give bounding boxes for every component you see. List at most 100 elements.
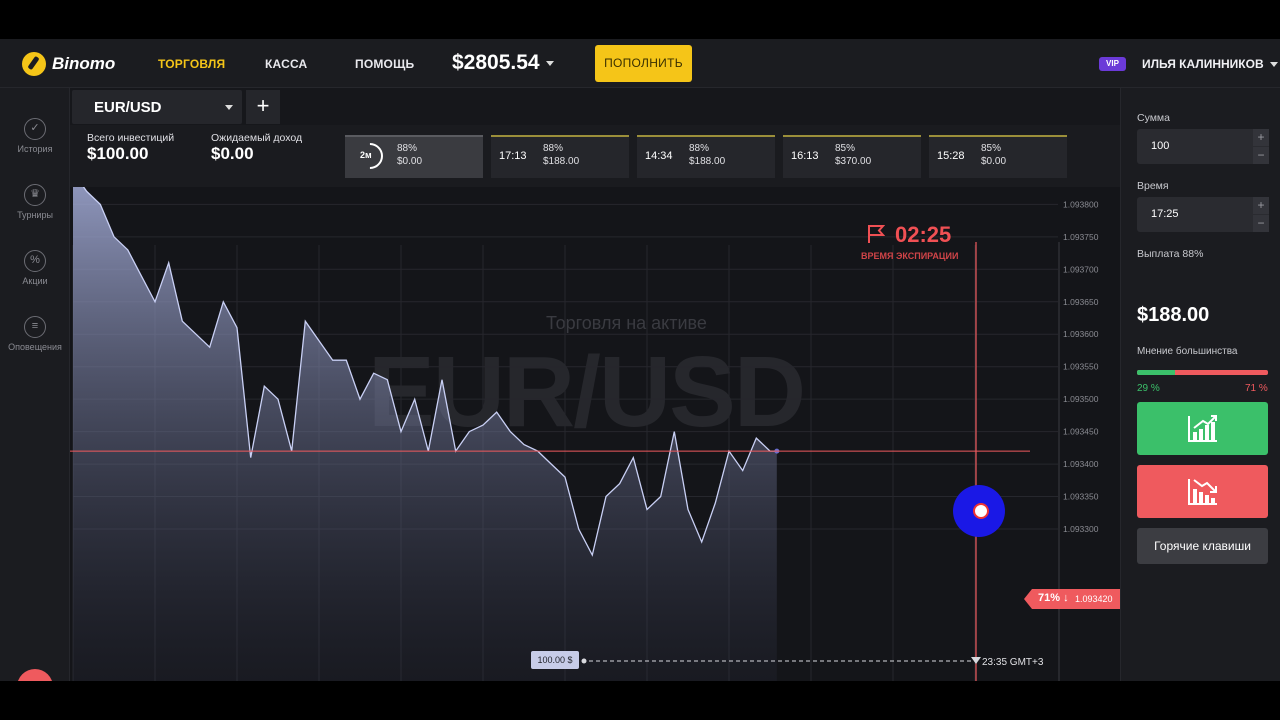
chart-up-icon (1188, 415, 1217, 442)
y-tick-label: 1.093300 (1063, 524, 1099, 534)
y-tick-label: 1.093750 (1063, 232, 1099, 242)
chevron-down-icon (545, 60, 554, 66)
deal-percent: 85% (835, 143, 856, 154)
expected-income-value: $0.00 (211, 144, 254, 163)
price-chart[interactable]: Торговля на активе EUR/USD 1.0939501.093… (70, 187, 1120, 681)
majority-label: Мнение большинства (1137, 346, 1238, 357)
deal-time: 17:13 (499, 150, 527, 162)
investment-stats: Всего инвестиций $100.00 Ожидаемый доход… (70, 125, 1120, 187)
y-tick-label: 1.093350 (1063, 492, 1099, 502)
total-invest-label: Всего инвестиций (87, 132, 175, 144)
trade-panel: Сумма 100 + − Время 17:25 + − Выплата 88… (1120, 88, 1280, 681)
majority-down-percent: 71 % (1245, 383, 1268, 394)
payout-value: $188.00 (1137, 304, 1210, 326)
left-sidebar: ✓ История ♛ Турниры % Акции ≡ Оповещения (0, 88, 70, 681)
top-bar: Binomo ТОРГОВЛЯ КАССА ПОМОЩЬ $2805.54 ПО… (0, 39, 1280, 88)
y-tick-label: 1.093450 (1063, 427, 1099, 437)
chevron-down-icon (225, 105, 233, 110)
deal-amount: $0.00 (981, 156, 1007, 167)
sidebar-item-label: Оповещения (8, 342, 62, 352)
balance-dropdown[interactable]: $2805.54 (452, 51, 554, 75)
deal-time: 14:34 (645, 150, 673, 162)
deal-time: 16:13 (791, 150, 819, 162)
asset-tab-bar: EUR/USD + (70, 88, 1120, 125)
deal-end-time: 23:35 GMT+3 (982, 657, 1044, 668)
current-price: 1.093420 (1075, 594, 1113, 604)
y-tick-label: 1.093500 (1063, 394, 1099, 404)
sidebar-item-tournaments[interactable]: ♛ Турниры (0, 184, 70, 220)
brand-name: Binomo (52, 54, 116, 73)
deal-amount: $188.00 (543, 156, 580, 167)
deal-card[interactable]: 2м 88% $0.00 (345, 135, 483, 178)
asset-tab-eurusd[interactable]: EUR/USD (72, 90, 242, 124)
app-window: Binomo ТОРГОВЛЯ КАССА ПОМОЩЬ $2805.54 ПО… (0, 39, 1280, 681)
deal-amount: $0.00 (397, 156, 423, 167)
asset-name: EUR/USD (94, 99, 162, 116)
time-value: 17:25 (1151, 208, 1179, 220)
nav-help[interactable]: ПОМОЩЬ (355, 57, 414, 71)
expiry-label: ВРЕМЯ ЭКСПИРАЦИИ (861, 251, 959, 261)
deal-card[interactable]: 16:13 85% $370.00 (783, 135, 921, 178)
increment-button[interactable]: + (1253, 129, 1269, 146)
expiry-timer: 02:25 (895, 222, 952, 247)
sidebar-item-label: Турниры (17, 210, 53, 220)
deal-percent: 88% (689, 143, 710, 154)
sidebar-item-notifications[interactable]: ≡ Оповещения (0, 316, 70, 352)
nav-trade[interactable]: ТОРГОВЛЯ (158, 57, 225, 71)
trophy-icon: ♛ (24, 184, 46, 206)
increment-button[interactable]: + (1253, 197, 1269, 214)
history-icon: ✓ (24, 118, 46, 140)
chevron-down-icon (1269, 62, 1278, 68)
deal-end-marker (971, 657, 981, 664)
nav-cashier[interactable]: КАССА (265, 57, 307, 71)
deposit-button[interactable]: ПОПОЛНИТЬ (595, 45, 692, 82)
deal-card[interactable]: 14:34 88% $188.00 (637, 135, 775, 178)
deal-card[interactable]: 15:28 85% $0.00 (929, 135, 1067, 178)
sidebar-item-label: История (17, 144, 53, 154)
balance-value: $2805.54 (452, 51, 540, 74)
price-area-fill (73, 187, 777, 681)
deal-time: 2м (360, 150, 372, 160)
total-invest-value: $100.00 (87, 144, 149, 163)
deal-amount: $370.00 (835, 156, 872, 167)
deal-start-dot (581, 658, 587, 664)
deal-percent: 88% (397, 143, 418, 154)
deal-card[interactable]: 17:13 88% $188.00 (491, 135, 629, 178)
time-input[interactable]: 17:25 + − (1137, 197, 1269, 232)
user-name: ИЛЬЯ КАЛИННИКОВ (1142, 57, 1264, 71)
deal-percent: 85% (981, 143, 1002, 154)
y-tick-label: 1.093550 (1063, 362, 1099, 372)
sidebar-item-history[interactable]: ✓ История (0, 118, 70, 154)
user-menu[interactable]: ИЛЬЯ КАЛИННИКОВ (1142, 57, 1278, 71)
binomo-logo-icon (22, 52, 46, 76)
trade-down-button[interactable] (1137, 465, 1268, 518)
expected-income-label: Ожидаемый доход (211, 132, 303, 144)
chart-down-icon (1188, 479, 1217, 505)
percent-icon: % (24, 250, 46, 272)
y-tick-label: 1.093650 (1063, 297, 1099, 307)
decrement-button[interactable]: − (1253, 147, 1269, 164)
sidebar-item-label: Акции (22, 276, 48, 286)
current-percent: 71% ↓ (1038, 592, 1069, 604)
majority-up-percent: 29 % (1137, 383, 1160, 394)
deal-amount: $188.00 (689, 156, 726, 167)
logo[interactable]: Binomo (22, 52, 115, 76)
y-tick-label: 1.093400 (1063, 459, 1099, 469)
amount-input[interactable]: 100 + − (1137, 129, 1269, 164)
sidebar-item-promos[interactable]: % Акции (0, 250, 70, 286)
vip-badge: VIP (1099, 57, 1126, 71)
trade-up-button[interactable] (1137, 402, 1268, 455)
add-asset-button[interactable]: + (246, 90, 280, 124)
sentiment-up-fill (1137, 370, 1175, 375)
y-tick-label: 1.093600 (1063, 329, 1099, 339)
decrement-button[interactable]: − (1253, 215, 1269, 232)
current-price-badge: 71% ↓ 1.093420 (1024, 589, 1120, 609)
amount-value: 100 (1151, 140, 1170, 152)
mouse-cursor-highlight (953, 485, 1005, 537)
majority-sentiment-bar (1137, 370, 1268, 375)
hotkeys-button[interactable]: Горячие клавиши (1137, 528, 1268, 564)
amount-label: Сумма (1137, 112, 1170, 124)
y-tick-label: 1.093700 (1063, 264, 1099, 274)
flag-icon (868, 225, 885, 243)
investment-badge: 100.00 $ (531, 651, 579, 669)
